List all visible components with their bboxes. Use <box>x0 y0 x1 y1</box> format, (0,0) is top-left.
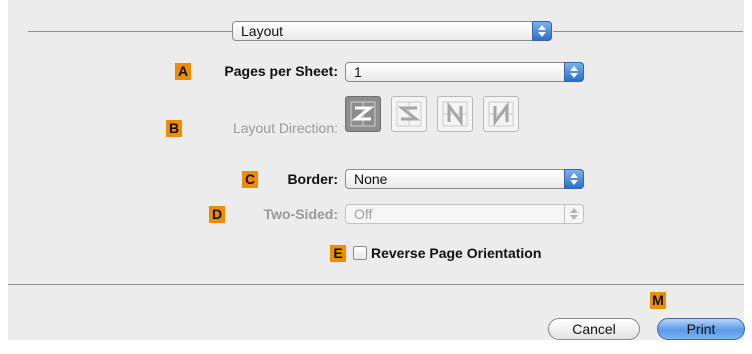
border-popup[interactable]: None <box>345 169 584 189</box>
badge-a: A <box>175 63 191 80</box>
two-sided-label: Two-Sided: <box>263 206 338 222</box>
top-separator-left <box>28 31 236 32</box>
popup-arrows-icon <box>564 204 584 224</box>
cancel-button[interactable]: Cancel <box>548 318 640 340</box>
popup-arrows-icon <box>532 21 552 41</box>
print-dialog-panel: Layout A Pages per Sheet: 1 B Layout Dir… <box>8 0 745 340</box>
border-value: None <box>354 171 388 187</box>
pages-per-sheet-label: Pages per Sheet: <box>224 63 338 79</box>
n-icon[interactable] <box>437 96 473 132</box>
two-sided-popup[interactable]: Off <box>345 204 584 224</box>
panel-selector-popup[interactable]: Layout <box>232 21 552 41</box>
border-label: Border: <box>287 171 338 187</box>
bottom-separator <box>8 284 744 285</box>
reverse-n-icon[interactable] <box>483 96 519 132</box>
top-separator-right <box>553 31 743 32</box>
z-icon[interactable] <box>345 96 381 132</box>
print-button[interactable]: Print <box>657 318 745 340</box>
popup-arrows-icon <box>564 169 584 189</box>
pages-per-sheet-value: 1 <box>354 64 362 80</box>
reverse-orientation-label[interactable]: Reverse Page Orientation <box>371 245 541 261</box>
popup-arrows-icon <box>564 62 584 82</box>
panel-selector-value: Layout <box>241 23 284 39</box>
badge-b: B <box>166 120 182 137</box>
reverse-orientation-checkbox[interactable] <box>353 246 367 260</box>
two-sided-value: Off <box>354 206 373 222</box>
badge-c: C <box>242 171 258 188</box>
reverse-z-icon[interactable] <box>391 96 427 132</box>
badge-d: D <box>209 206 225 223</box>
pages-per-sheet-popup[interactable]: 1 <box>345 62 584 82</box>
badge-e: E <box>330 245 346 262</box>
badge-m: M <box>650 292 666 309</box>
layout-direction-label: Layout Direction: <box>232 120 338 136</box>
